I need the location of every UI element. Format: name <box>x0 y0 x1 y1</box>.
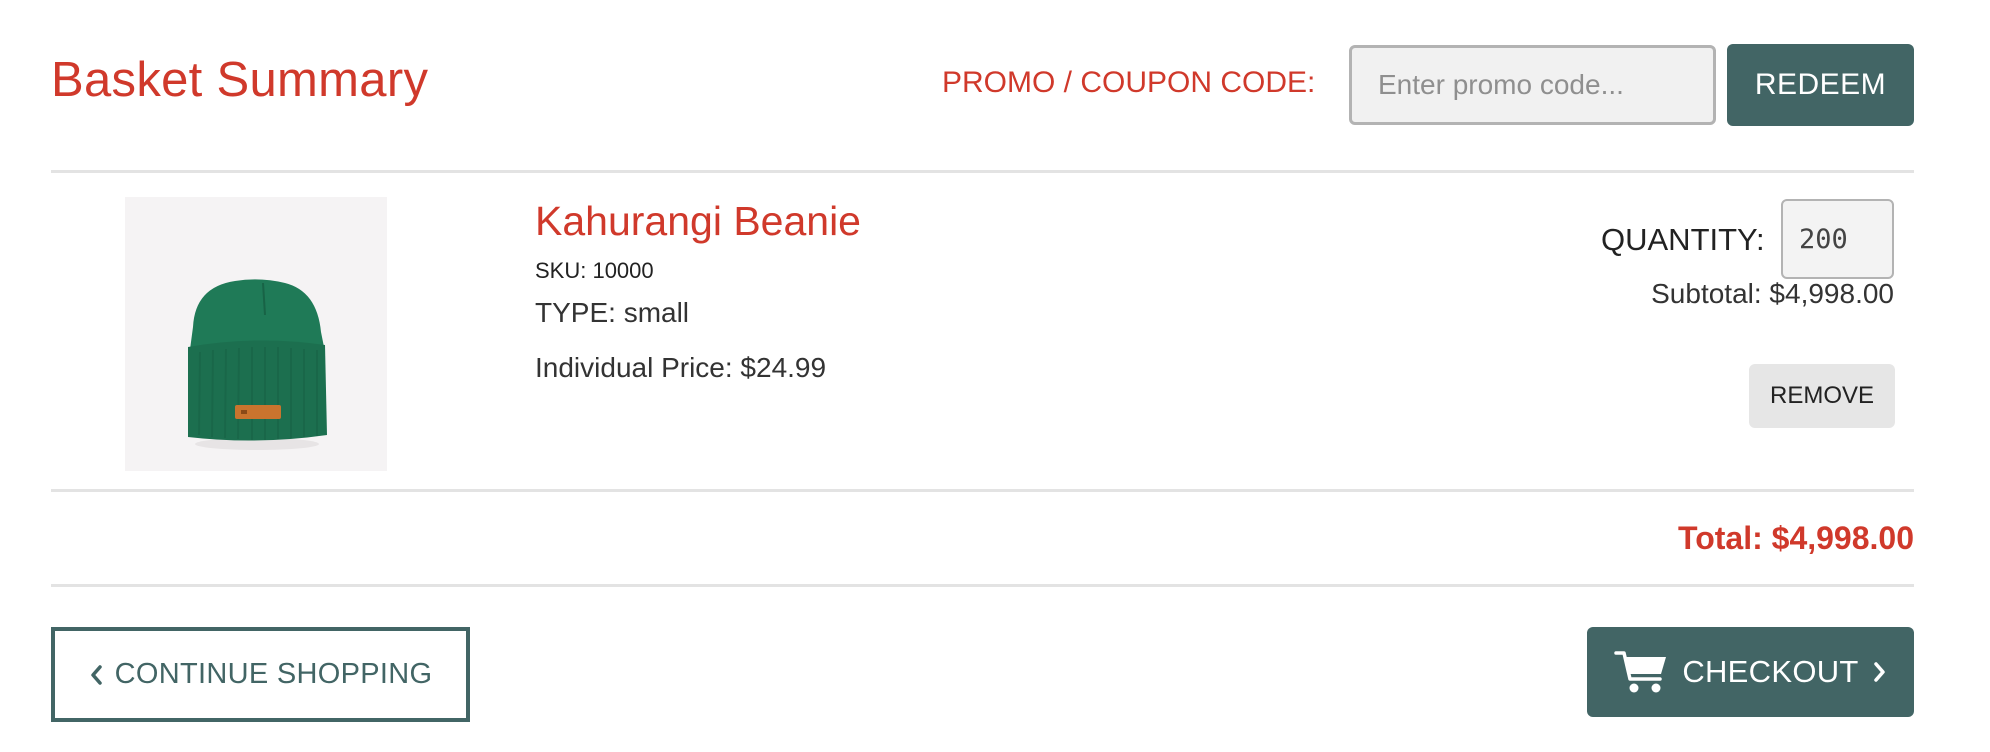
checkout-button[interactable]: CHECKOUT <box>1587 627 1914 717</box>
product-sku: SKU: 10000 <box>535 258 654 283</box>
cart-icon <box>1614 649 1668 695</box>
divider <box>51 584 1914 587</box>
continue-shopping-button[interactable]: CONTINUE SHOPPING <box>51 627 470 722</box>
individual-price: Individual Price: $24.99 <box>535 352 827 383</box>
promo-code-input[interactable] <box>1349 45 1716 125</box>
quantity-input[interactable] <box>1781 199 1894 279</box>
basket-total: Total: $4,998.00 <box>1678 520 1914 556</box>
page-title: Basket Summary <box>51 53 429 107</box>
divider <box>51 489 1914 492</box>
product-image <box>125 197 387 471</box>
remove-button[interactable]: REMOVE <box>1749 364 1895 428</box>
product-type: TYPE: small <box>535 297 690 328</box>
chevron-right-icon <box>1873 661 1887 683</box>
checkout-label: CHECKOUT <box>1682 654 1859 689</box>
quantity-label: QUANTITY: <box>1601 222 1765 257</box>
continue-shopping-label: CONTINUE SHOPPING <box>114 658 433 690</box>
item-subtotal: Subtotal: $4,998.00 <box>1651 278 1894 309</box>
promo-code-label: PROMO / COUPON CODE: <box>942 66 1316 99</box>
divider <box>51 170 1914 173</box>
beanie-image <box>188 279 327 450</box>
product-name[interactable]: Kahurangi Beanie <box>535 198 861 245</box>
redeem-button[interactable]: REDEEM <box>1727 44 1914 126</box>
chevron-left-icon <box>89 664 103 686</box>
